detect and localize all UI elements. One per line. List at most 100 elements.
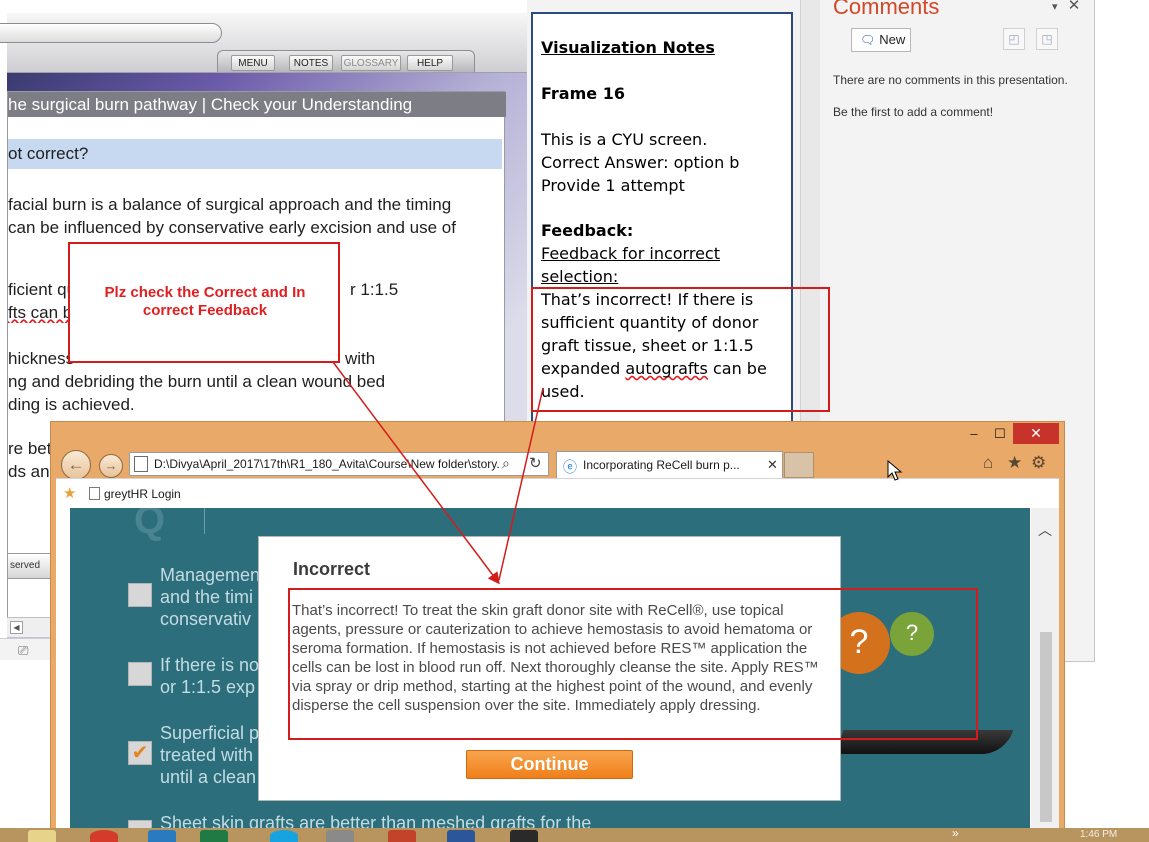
notes-line: This is a CYU screen.: [541, 130, 708, 149]
slide-text-line: r 1:1.5: [350, 280, 399, 299]
excel-icon[interactable]: [200, 830, 228, 842]
slide-text-line: ding is achieved.: [8, 395, 135, 414]
browser-scrollbar[interactable]: ︿: [1031, 508, 1059, 842]
page-icon: [134, 456, 148, 472]
add-favorite-icon[interactable]: ★: [63, 484, 76, 502]
option-text[interactable]: and the timi: [160, 586, 253, 608]
player-header: MENU NOTES GLOSSARY HELP: [0, 13, 527, 73]
continue-button[interactable]: Continue: [466, 750, 633, 779]
comments-empty-message: There are no comments in this presentati…: [833, 73, 1068, 87]
scrollbar-thumb[interactable]: [1040, 632, 1052, 822]
divider: [204, 508, 205, 534]
option-text[interactable]: If there is no: [160, 654, 259, 676]
notes-heading: Visualization Notes: [541, 38, 715, 57]
slide-text-line: ng and debriding the burn until a clean …: [8, 372, 386, 391]
notes-frame: Frame 16: [541, 84, 625, 103]
notes-view-icon[interactable]: ⎚: [18, 643, 28, 659]
scroll-left-icon[interactable]: ◀: [10, 621, 23, 634]
browser-titlebar: – ☐ ✕: [51, 422, 1066, 450]
comments-title: Comments: [833, 0, 940, 19]
notes-line: Provide 1 attempt: [541, 176, 685, 195]
slide-text-line: hickness: [8, 349, 75, 368]
dialog-title: Incorrect: [293, 559, 371, 579]
mouse-cursor-icon: [887, 460, 903, 481]
back-arrow-icon[interactable]: ←: [61, 450, 91, 480]
terminal-icon[interactable]: [510, 830, 538, 842]
favorites-bar: ★ greytHR Login: [56, 478, 1059, 508]
chevron-down-icon[interactable]: ▾: [1052, 1, 1058, 13]
slide-title: he surgical burn pathway | Check your Un…: [8, 92, 506, 117]
favorites-star-icon[interactable]: ★: [1007, 453, 1022, 473]
new-tab-button[interactable]: [784, 452, 814, 478]
skype-icon[interactable]: [270, 830, 298, 842]
slide-text-line: fts can b: [8, 303, 73, 322]
powerpoint-icon[interactable]: [388, 830, 416, 842]
new-comment-button[interactable]: 🗨 New: [851, 28, 911, 52]
new-comment-label: New: [879, 32, 906, 47]
browser-tab[interactable]: ⓔ Incorporating ReCell burn p... ✕: [556, 451, 783, 478]
scroll-up-icon[interactable]: ︿: [1038, 520, 1052, 540]
option-text[interactable]: Managemen: [160, 564, 260, 586]
previous-comment-icon[interactable]: ◰: [1003, 28, 1025, 50]
file-explorer-icon[interactable]: [28, 830, 56, 842]
app-icon[interactable]: [326, 830, 354, 842]
gear-icon[interactable]: ⚙: [1031, 453, 1046, 473]
notes-feedback-sub: Feedback for incorrect: [541, 244, 720, 263]
ie-taskbar-icon[interactable]: [148, 830, 176, 842]
taskbar: » 1:46 PM: [0, 826, 1149, 842]
slide-question: ot correct?: [8, 139, 502, 169]
option-text[interactable]: or 1:1.5 exp: [160, 676, 255, 698]
slide-text-line: facial burn is a balance of surgical app…: [8, 195, 452, 214]
option-text[interactable]: conservativ: [160, 608, 251, 630]
refresh-icon[interactable]: ↻: [529, 454, 542, 472]
slide-text-line: ficient qu: [8, 280, 77, 299]
minimize-icon[interactable]: –: [961, 424, 987, 444]
notes-feedback-label: Feedback:: [541, 221, 634, 240]
taskbar-overflow[interactable]: »: [952, 826, 959, 840]
comments-prompt-message: Be the first to add a comment!: [833, 105, 994, 119]
browser-nav-row: ← → D:\Divya\April_2017\17th\R1_180_Avit…: [51, 448, 1066, 480]
ie-logo-icon: ⓔ: [563, 459, 577, 475]
feedback-highlight-box: [288, 588, 978, 740]
option-checkbox[interactable]: [128, 583, 152, 607]
home-icon[interactable]: ⌂: [983, 453, 993, 473]
favorite-link[interactable]: greytHR Login: [89, 479, 181, 509]
address-bar[interactable]: D:\Divya\April_2017\17th\R1_180_Avita\Co…: [129, 452, 549, 476]
close-icon[interactable]: ✕: [1068, 0, 1081, 14]
tab-title[interactable]: Incorporating ReCell burn p...: [583, 452, 763, 478]
option-checkbox-checked[interactable]: ✔: [128, 741, 152, 765]
notes-button[interactable]: NOTES: [289, 55, 333, 71]
annotation-text: Plz check the Correct and In correct Fee…: [104, 284, 306, 319]
maximize-icon[interactable]: ☐: [987, 424, 1013, 444]
help-button[interactable]: HELP: [407, 55, 453, 71]
comments-pane-controls: ▾ ✕: [1052, 0, 1080, 14]
new-comment-icon: 🗨: [860, 33, 876, 47]
glossary-button[interactable]: GLOSSARY: [341, 55, 401, 71]
word-icon[interactable]: [447, 830, 475, 842]
tab-close-icon[interactable]: ✕: [767, 457, 778, 473]
favorite-link-label: greytHR Login: [104, 487, 181, 501]
notes-feedback-sub: selection:: [541, 267, 619, 286]
option-checkbox[interactable]: [128, 662, 152, 686]
option-text[interactable]: treated with: [160, 744, 253, 766]
address-url[interactable]: D:\Divya\April_2017\17th\R1_180_Avita\Co…: [154, 453, 499, 475]
slide-text-line: re bet: [8, 439, 52, 458]
search-icon[interactable]: ⌕: [502, 455, 510, 472]
annotation-callout: Plz check the Correct and In correct Fee…: [68, 242, 340, 363]
forward-arrow-icon[interactable]: →: [99, 454, 123, 478]
page-icon: [89, 487, 100, 500]
question-badge-icon: Q: [134, 508, 166, 542]
screen: MENU NOTES GLOSSARY HELP he surgical bur…: [0, 0, 1149, 842]
menu-button[interactable]: MENU: [231, 55, 275, 71]
slide-text-line: with: [345, 349, 376, 368]
player-search-bar[interactable]: [0, 23, 222, 43]
option-text[interactable]: until a clean: [160, 766, 256, 788]
option-text[interactable]: Superficial p: [160, 722, 259, 744]
next-comment-icon[interactable]: ◳: [1036, 28, 1058, 50]
notes-highlight-box: [531, 287, 830, 412]
notes-line: Correct Answer: option b: [541, 153, 740, 172]
chrome-icon[interactable]: [90, 830, 118, 842]
slide-text-line: can be influenced by conservative early …: [8, 218, 456, 237]
close-window-icon[interactable]: ✕: [1013, 423, 1059, 444]
clock[interactable]: 1:46 PM: [1080, 829, 1117, 840]
